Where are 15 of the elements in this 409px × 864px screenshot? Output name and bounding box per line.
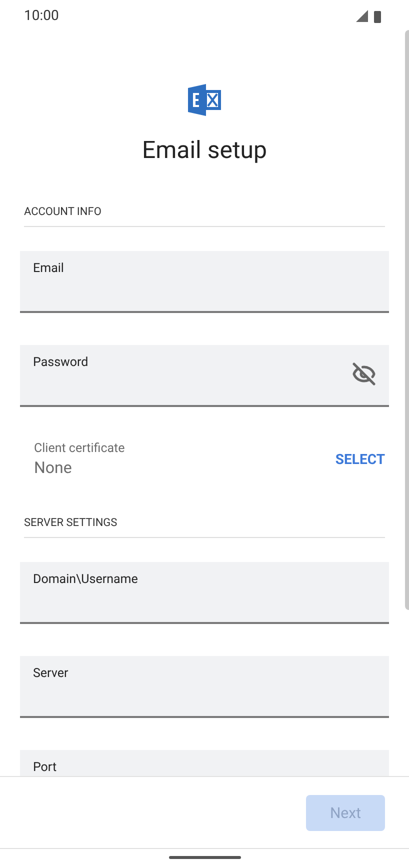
- select-button[interactable]: SELECT: [335, 450, 385, 470]
- status-time: 10:00: [24, 6, 59, 26]
- field-label: Client certificate: [34, 441, 125, 457]
- section-heading: SERVER SETTINGS: [24, 516, 118, 529]
- input-field[interactable]: Email: [20, 251, 389, 313]
- eye-off-icon[interactable]: [352, 362, 376, 386]
- section-heading: ACCOUNT INFO: [24, 205, 102, 218]
- page-title: Email setup: [140, 135, 268, 166]
- input-field[interactable]: Server: [20, 656, 389, 718]
- input-field[interactable]: Port: [20, 750, 389, 776]
- exchange-logo-icon: [188, 84, 222, 116]
- field-value: None: [34, 457, 73, 479]
- input-field[interactable]: Domain\Username: [20, 562, 389, 624]
- input-field[interactable]: Password: [20, 345, 389, 407]
- home-handle[interactable]: [168, 856, 240, 859]
